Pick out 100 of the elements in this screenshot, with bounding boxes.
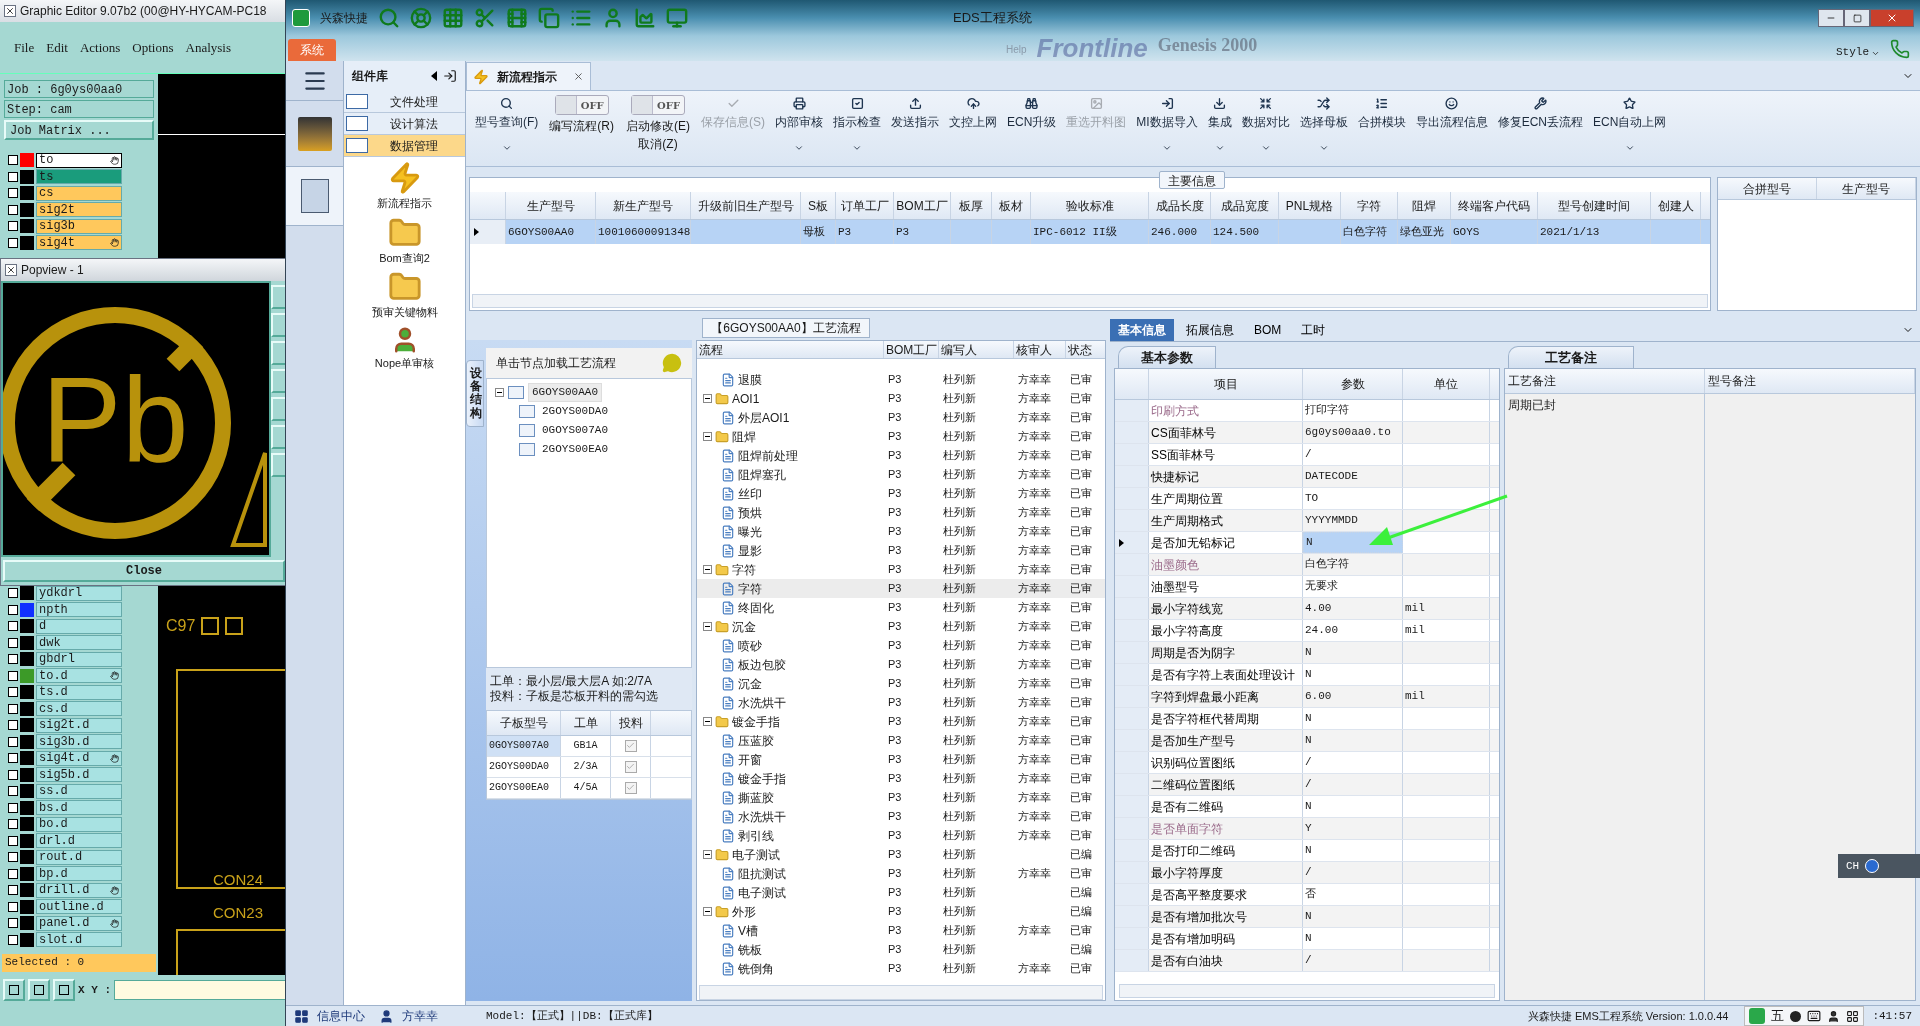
process-row[interactable]: 曝光 P3 杜列新 方幸幸 已审 — [697, 522, 1105, 541]
column-header[interactable]: 成品长度 — [1149, 192, 1211, 219]
param-row[interactable]: 是否加生产型号 N — [1115, 730, 1499, 752]
menu-item[interactable]: File — [14, 37, 35, 58]
layer-checkbox[interactable] — [8, 604, 18, 615]
toolbar-button[interactable]: MI数据导入 — [1131, 95, 1203, 161]
scrollbar[interactable] — [472, 294, 1708, 308]
column-header[interactable]: 型号创建时间 — [1538, 192, 1651, 219]
tree-node[interactable]: 2GOYS00EA0 — [539, 441, 611, 458]
table-cell[interactable]: 24.00 — [1303, 620, 1403, 641]
column-header[interactable]: PNL规格 — [1279, 192, 1341, 219]
layer-checkbox[interactable] — [8, 918, 18, 929]
grid-icon[interactable] — [294, 1008, 309, 1024]
layer-checkbox[interactable] — [8, 934, 18, 945]
process-row[interactable]: 预烘 P3 杜列新 方幸幸 已审 — [697, 503, 1105, 522]
layer-row[interactable]: to — [36, 152, 122, 168]
layer-row[interactable]: sig4t.d — [36, 750, 122, 766]
process-row[interactable]: 沉金 P3 杜列新 方幸幸 已审 — [697, 617, 1105, 636]
table-cell[interactable]: N — [1303, 730, 1403, 751]
table-cell[interactable]: 无要求 — [1303, 576, 1403, 597]
table-cell[interactable]: DATECODE — [1303, 466, 1403, 487]
ime-mode[interactable]: 五 — [1771, 1006, 1785, 1026]
menu-item[interactable]: Actions — [79, 37, 121, 58]
layer-row[interactable]: gbdrl — [36, 651, 122, 667]
layer-row[interactable]: drill.d — [36, 882, 122, 898]
layer-row[interactable]: outline.d — [36, 899, 122, 915]
process-row[interactable]: 退膜 P3 杜列新 方幸幸 已审 — [697, 370, 1105, 389]
table-cell[interactable]: TO — [1303, 488, 1403, 509]
table-cell[interactable]: N — [1303, 796, 1403, 817]
process-row[interactable]: 喷砂 P3 杜列新 方幸幸 已审 — [697, 636, 1105, 655]
tree-node[interactable]: 0GOYS007A0 — [539, 422, 611, 439]
column-header[interactable]: 板材 — [992, 192, 1031, 219]
column-header[interactable]: 参数 — [1303, 369, 1403, 399]
scrollbar[interactable] — [699, 985, 1103, 1000]
tool-button[interactable] — [28, 979, 50, 1001]
process-row[interactable]: 沉金 P3 杜列新 方幸幸 已审 — [697, 674, 1105, 693]
table-cell[interactable]: 白色字符 — [1303, 554, 1403, 575]
process-row[interactable]: 铣板 P3 杜列新 已编 — [697, 940, 1105, 959]
layer-row[interactable]: ss.d — [36, 783, 122, 799]
process-row[interactable]: 终固化 P3 杜列新 方幸幸 已审 — [697, 598, 1105, 617]
column-header[interactable]: 验收标准 — [1031, 192, 1149, 219]
process-row[interactable]: 铣倒角 P3 杜列新 方幸幸 已审 — [697, 959, 1105, 978]
process-row[interactable]: 电子测试 P3 杜列新 已编 — [697, 883, 1105, 902]
pin-icon[interactable] — [443, 69, 457, 83]
param-row[interactable]: 是否有增加明码 N — [1115, 928, 1499, 950]
info-tab[interactable]: 基本信息 — [1110, 318, 1174, 341]
column-header[interactable]: 型号备注 — [1705, 369, 1915, 393]
param-row[interactable]: 是否单面字符 Y — [1115, 818, 1499, 840]
library-tool[interactable]: 新流程指示 — [344, 161, 465, 212]
layer-row[interactable]: panel.d — [36, 915, 122, 931]
tool-button[interactable] — [3, 979, 25, 1001]
library-group[interactable]: 数据管理 — [344, 135, 465, 157]
toolbar-button[interactable]: 文控上网 — [944, 95, 1002, 161]
layer-checkbox[interactable] — [8, 769, 18, 780]
table-row[interactable]: 2GOYS00DA0 2/3A — [487, 756, 691, 778]
sub-tab[interactable]: 工艺备注 — [1508, 346, 1634, 368]
toolbar-button[interactable]: 合拼模块 — [1352, 95, 1411, 161]
table-cell[interactable]: N — [1303, 708, 1403, 729]
layer-row[interactable]: bp.d — [36, 866, 122, 882]
layer-row[interactable]: cs — [36, 185, 122, 201]
info-tab[interactable]: BOM — [1246, 318, 1290, 341]
layer-checkbox[interactable] — [8, 703, 18, 714]
param-row[interactable]: SS面菲林号 / — [1115, 444, 1499, 466]
process-row[interactable]: 字符 P3 杜列新 方幸幸 已审 — [697, 579, 1105, 598]
layer-checkbox[interactable] — [8, 736, 18, 747]
layer-checkbox[interactable] — [8, 188, 18, 199]
toggle-switch[interactable]: OFF — [554, 95, 609, 115]
toolbar-button[interactable]: 数据对比 — [1236, 95, 1295, 161]
column-header[interactable]: 合拼型号 — [1718, 178, 1817, 199]
toggle-switch[interactable]: OFF — [631, 95, 685, 115]
info-center-link[interactable]: 信息中心 — [317, 1007, 365, 1025]
column-header[interactable]: 项目 — [1149, 369, 1303, 399]
layer-checkbox[interactable] — [8, 901, 18, 912]
process-row[interactable]: 镀金手指 P3 杜列新 方幸幸 已审 — [697, 712, 1105, 731]
expander-icon[interactable] — [703, 565, 712, 574]
layer-checkbox[interactable] — [8, 868, 18, 879]
layer-row[interactable]: ts.d — [36, 684, 122, 700]
column-header[interactable]: 工艺备注 — [1505, 369, 1705, 393]
table-row[interactable]: 0GOYS007A0 GB1A — [487, 735, 691, 757]
layer-checkbox[interactable] — [8, 237, 18, 248]
menu-item[interactable]: Options — [132, 37, 174, 58]
layer-checkbox[interactable] — [8, 885, 18, 896]
process-row[interactable]: 外形 P3 杜列新 已编 — [697, 902, 1105, 921]
param-row[interactable]: 是否打印二维码 N — [1115, 840, 1499, 862]
table-cell[interactable]: N — [1303, 642, 1403, 663]
maximize-button[interactable] — [1844, 9, 1870, 27]
param-row[interactable]: 字符到焊盘最小距离 6.00 mil — [1115, 686, 1499, 708]
column-header[interactable]: 状态 — [1066, 341, 1105, 358]
process-row[interactable]: 阻焊塞孔 P3 杜列新 方幸幸 已审 — [697, 465, 1105, 484]
toolbar-button[interactable]: ECN升级 — [1002, 95, 1062, 161]
table-cell[interactable]: 6.00 — [1303, 686, 1403, 707]
phone-icon[interactable] — [1890, 39, 1910, 59]
checkbox[interactable] — [624, 781, 637, 794]
table-cell[interactable]: N — [1303, 664, 1403, 685]
param-row[interactable]: 最小字符高度 24.00 mil — [1115, 620, 1499, 642]
library-tool[interactable]: 预审关键物料 — [344, 270, 465, 321]
layer-checkbox[interactable] — [8, 802, 18, 813]
toolbar-button[interactable]: 发送指示 — [886, 95, 944, 161]
close-button[interactable]: Close — [3, 560, 285, 582]
process-row[interactable]: 字符 P3 杜列新 方幸幸 已审 — [697, 560, 1105, 579]
